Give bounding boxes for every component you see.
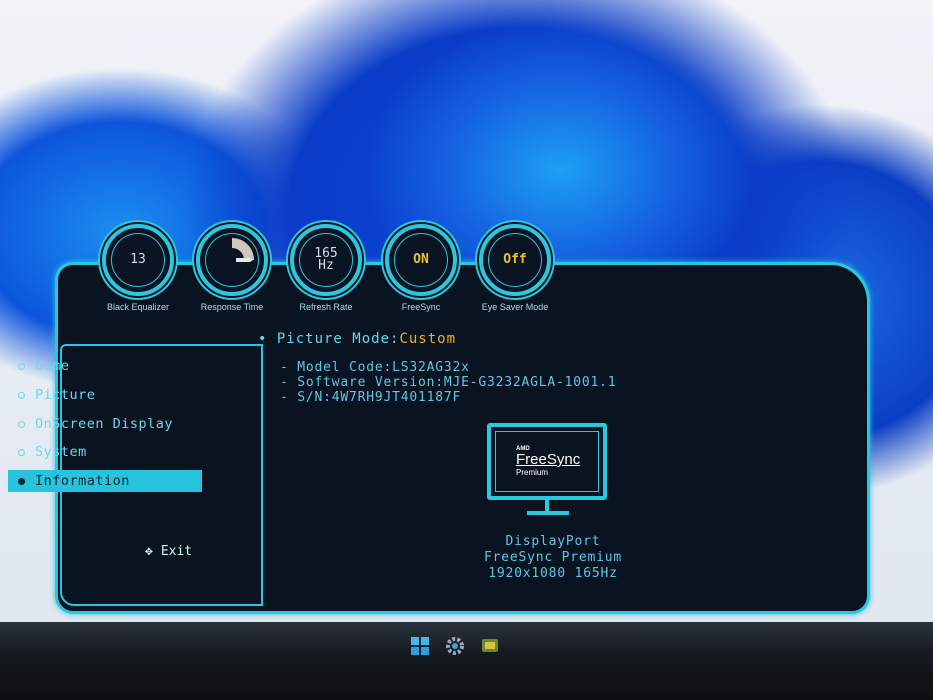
menu-label: OnScreen Display bbox=[35, 416, 174, 432]
exit-button[interactable]: ✥ Exit bbox=[145, 544, 192, 559]
bullet-icon bbox=[18, 448, 25, 456]
connection-mode: 1920x1080 165Hz bbox=[488, 566, 618, 581]
dial-freesync[interactable]: ON bbox=[385, 224, 457, 296]
joystick-icon: ✥ bbox=[145, 544, 153, 559]
dial-black-equalizer[interactable]: 13 bbox=[102, 224, 174, 296]
app-icon[interactable] bbox=[480, 636, 500, 656]
menu-label: Information bbox=[35, 473, 130, 489]
menu-item-onscreen-display[interactable]: OnScreen Display bbox=[8, 413, 202, 435]
logo-name: FreeSync bbox=[516, 451, 581, 468]
menu-item-system[interactable]: System bbox=[8, 441, 202, 463]
information-panel: - Model Code:LS32AG32x - Software Versio… bbox=[280, 360, 616, 405]
monitor-icon: AMD FreeSync Premium bbox=[487, 423, 607, 500]
connection-info: DisplayPort FreeSync Premium 1920x1080 1… bbox=[453, 534, 653, 582]
response-gauge-icon bbox=[205, 233, 259, 287]
dial-value: ON bbox=[394, 233, 448, 287]
menu-label: Picture bbox=[35, 387, 96, 403]
menu-item-game[interactable]: Game bbox=[8, 355, 202, 377]
exit-label: Exit bbox=[160, 544, 193, 559]
menu-item-information[interactable]: Information bbox=[8, 470, 202, 492]
bullet-icon bbox=[18, 420, 25, 428]
picture-mode-value: Custom bbox=[399, 331, 457, 347]
menu-label: Game bbox=[35, 358, 70, 374]
connection-sync: FreeSync Premium bbox=[483, 550, 623, 565]
picture-mode-label: Picture Mode: bbox=[276, 331, 400, 347]
connection-port: DisplayPort bbox=[505, 534, 601, 549]
dial-refresh-rate[interactable]: 165 Hz bbox=[290, 224, 362, 296]
serial-number: - S/N:4W7RH9JT401187F bbox=[280, 390, 462, 405]
dial-value: Off bbox=[488, 233, 542, 287]
settings-gear-icon[interactable] bbox=[445, 636, 465, 656]
bullet-icon bbox=[18, 362, 25, 370]
dial-value: 13 bbox=[111, 233, 165, 287]
dial-eye-saver[interactable]: Off bbox=[479, 224, 551, 296]
freesync-premium-logo: AMD FreeSync Premium bbox=[495, 431, 599, 492]
bullet-icon bbox=[18, 477, 25, 485]
monitor-base bbox=[527, 511, 569, 515]
menu-item-picture[interactable]: Picture bbox=[8, 384, 202, 406]
software-version: - Software Version:MJE-G3232AGLA-1001.1 bbox=[280, 375, 617, 390]
logo-tier: Premium bbox=[516, 468, 549, 477]
model-code: - Model Code:LS32AG32x bbox=[280, 360, 470, 375]
bullet-icon bbox=[18, 391, 25, 399]
taskbar bbox=[0, 622, 933, 700]
dial-label: Refresh Rate bbox=[299, 302, 353, 312]
start-icon[interactable] bbox=[410, 636, 430, 656]
picture-mode: • Picture Mode:Custom bbox=[258, 331, 457, 347]
dial-response-time[interactable] bbox=[196, 224, 268, 296]
dial-label: Eye Saver Mode bbox=[481, 302, 549, 312]
menu-label: System bbox=[35, 444, 87, 460]
dial-unit: Hz bbox=[318, 258, 334, 273]
